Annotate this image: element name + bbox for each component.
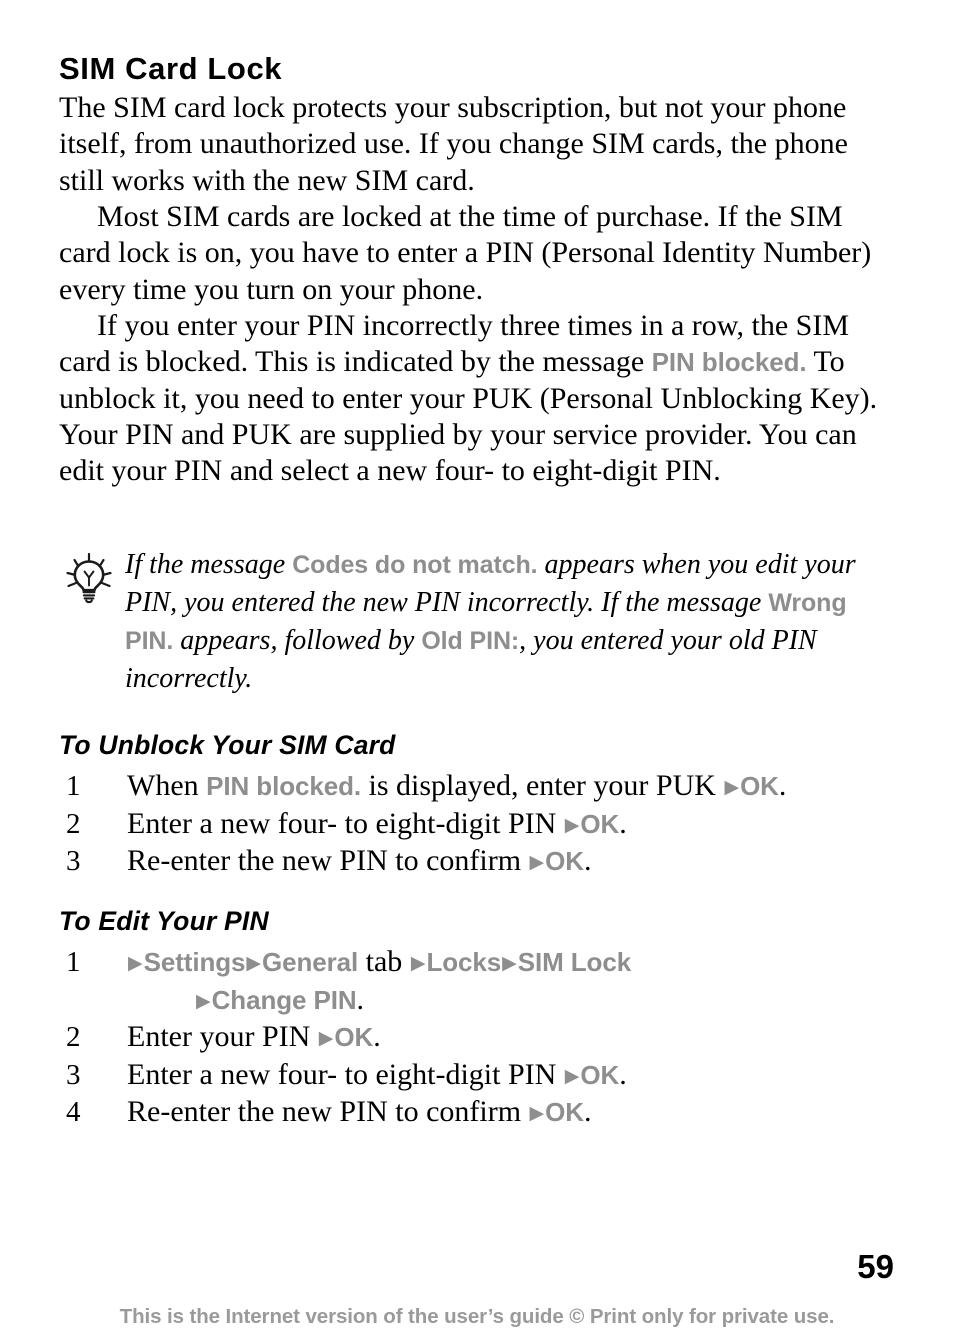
step-text-3: . bbox=[619, 806, 627, 840]
ui-label-pin-blocked: PIN blocked. bbox=[206, 771, 361, 801]
step-text-3: . bbox=[778, 769, 787, 802]
list-item: 3 Re-enter the new PIN to confirm ▶OK. bbox=[59, 843, 939, 881]
step-text-3: . bbox=[619, 1057, 627, 1091]
document-page: SIM Card Lock The SIM card lock protects… bbox=[0, 0, 954, 1335]
ui-label-ok: OK bbox=[545, 846, 584, 876]
ui-label-old-pin: Old PIN: bbox=[421, 627, 520, 655]
chevron-right-icon: ▶ bbox=[529, 851, 545, 873]
ui-label-settings: Settings bbox=[143, 947, 246, 977]
step-text-1: Enter a new four- to eight-digit PIN bbox=[127, 1057, 564, 1091]
ui-label-locks: Locks bbox=[426, 947, 502, 977]
step-number: 4 bbox=[66, 1096, 81, 1128]
steps-unblock: 1 When PIN blocked. is displayed, enter y… bbox=[59, 768, 939, 881]
section-heading-unblock: To Unblock Your SIM Card bbox=[59, 730, 396, 760]
ui-label-ok: OK bbox=[580, 1059, 620, 1090]
paragraph-intro: The SIM card lock protects your subscrip… bbox=[59, 90, 895, 199]
page-number: 59 bbox=[857, 1248, 894, 1285]
step-text-1: Enter your PIN bbox=[127, 1020, 318, 1053]
ui-label-change-pin: Change PIN bbox=[211, 984, 357, 1015]
step-text-1: When bbox=[127, 769, 207, 802]
step-text-3: . bbox=[583, 844, 592, 877]
list-item: 2 Enter a new four- to eight-digit PIN ▶O… bbox=[59, 806, 939, 844]
list-item: 2 Enter your PIN ▶OK. bbox=[59, 1019, 939, 1057]
step-number: 1 bbox=[66, 770, 81, 802]
chevron-right-icon: ▶ bbox=[564, 813, 580, 836]
list-item: 1 ▶Settings▶General tab ▶Locks▶SIM Lock ▶C… bbox=[59, 944, 939, 1019]
ui-label-pin-blocked: PIN blocked. bbox=[651, 347, 807, 378]
chevron-right-icon: ▶ bbox=[318, 1027, 334, 1049]
paragraph-text: Most SIM cards are locked at the time of… bbox=[59, 200, 872, 306]
step-text-1: Enter a new four- to eight-digit PIN bbox=[127, 806, 564, 840]
step-continuation: ▶Change PIN. bbox=[127, 982, 939, 1020]
ui-label-ok: OK bbox=[740, 771, 779, 801]
chevron-right-icon: ▶ bbox=[410, 952, 426, 974]
chevron-right-icon: ▶ bbox=[529, 1102, 545, 1124]
step-text-1: Re-enter the new PIN to confirm bbox=[127, 844, 529, 877]
chevron-right-icon: ▶ bbox=[196, 989, 211, 1012]
tip-segment-3: appears, followed by bbox=[173, 625, 422, 656]
paragraph-blocked-sim: If you enter your PIN incorrectly three … bbox=[59, 308, 895, 489]
tip-callout: If the message Codes do not match. appea… bbox=[59, 546, 895, 698]
paragraph-text: If you enter your PIN incorrectly three … bbox=[59, 308, 895, 489]
ui-label-ok: OK bbox=[334, 1022, 374, 1052]
step-number: 2 bbox=[66, 807, 81, 840]
tip-text: If the message Codes do not match. appea… bbox=[125, 546, 895, 698]
section-heading-edit-pin: To Edit Your PIN bbox=[59, 906, 269, 936]
ui-label-ok: OK bbox=[580, 808, 620, 839]
chevron-right-icon: ▶ bbox=[564, 1064, 580, 1087]
step-text-1: Re-enter the new PIN to confirm bbox=[127, 1095, 529, 1128]
footer-note: This is the Internet version of the user… bbox=[119, 1305, 835, 1328]
steps-edit-pin: 1 ▶Settings▶General tab ▶Locks▶SIM Lock ▶C… bbox=[59, 944, 939, 1132]
ui-label-sim-lock: SIM Lock bbox=[517, 947, 632, 977]
list-item: 3 Enter a new four- to eight-digit PIN ▶O… bbox=[59, 1057, 939, 1095]
page-title: SIM Card Lock bbox=[59, 51, 283, 86]
step-number: 1 bbox=[66, 946, 81, 978]
chevron-right-icon: ▶ bbox=[128, 952, 143, 974]
list-item: 1 When PIN blocked. is displayed, enter y… bbox=[59, 768, 939, 806]
step-text-3: . bbox=[583, 1095, 592, 1128]
step-number: 3 bbox=[66, 1058, 81, 1091]
ui-label-ok: OK bbox=[545, 1097, 584, 1127]
ui-label-general: General bbox=[262, 947, 359, 977]
chevron-right-icon: ▶ bbox=[724, 776, 740, 798]
tip-segment-1: If the message bbox=[125, 549, 293, 580]
step-number: 2 bbox=[66, 1021, 81, 1053]
lightbulb-icon bbox=[62, 551, 116, 605]
list-item: 4 Re-enter the new PIN to confirm ▶OK. bbox=[59, 1094, 939, 1132]
step-number: 3 bbox=[66, 845, 81, 877]
step-text-2: is displayed, enter your PUK bbox=[360, 769, 724, 802]
step-period: . bbox=[356, 982, 365, 1016]
step-word-tab: tab bbox=[358, 945, 410, 978]
paragraph-text: The SIM card lock protects your subscrip… bbox=[59, 91, 848, 197]
ui-label-codes-do-not-match: Codes do not match. bbox=[292, 551, 538, 579]
chevron-right-icon: ▶ bbox=[246, 952, 262, 974]
paragraph-locked-at-purchase: Most SIM cards are locked at the time of… bbox=[59, 199, 895, 308]
step-text-3: . bbox=[373, 1020, 381, 1053]
chevron-right-icon: ▶ bbox=[502, 952, 517, 974]
